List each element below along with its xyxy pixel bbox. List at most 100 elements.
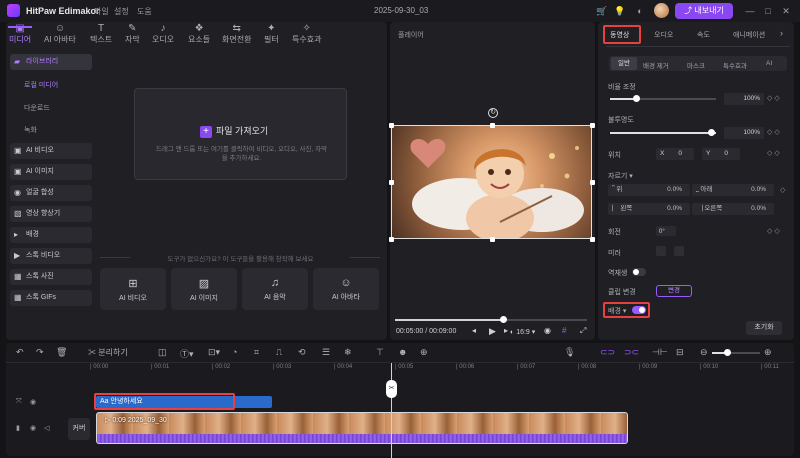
subtab-effects[interactable]: 특수효과 (723, 60, 747, 70)
face-icon[interactable]: ☻ (398, 347, 407, 357)
chevron-right-icon[interactable]: › (780, 28, 783, 38)
sidebar-sub-local-media[interactable]: 로컬 미디어 (24, 80, 58, 90)
resize-handle[interactable] (389, 237, 394, 242)
user-avatar[interactable] (654, 3, 669, 18)
tab-effects[interactable]: ✧ 특수효과 (292, 23, 321, 45)
opacity-slider[interactable] (610, 132, 716, 134)
add-media-icon[interactable]: ⊕ (420, 347, 428, 358)
crop-right-field[interactable]: ⎹ 오른쪽 0.0% (692, 203, 774, 215)
tab-audio[interactable]: ♪ 오디오 (152, 23, 174, 45)
delete-icon[interactable]: 🗑 (56, 347, 67, 358)
cart-icon[interactable]: 🛒 (596, 5, 608, 17)
headset-icon[interactable]: ◐ (634, 5, 646, 17)
microphone-icon[interactable]: 🎙 (564, 347, 575, 358)
sidebar-sub-download[interactable]: 다운로드 (24, 103, 50, 113)
resize-handle[interactable] (590, 237, 595, 242)
speed-icon[interactable]: ◔ (232, 347, 237, 357)
zoom-in-icon[interactable]: ⊕ (764, 347, 772, 358)
crop-left-field[interactable]: ⎸ 왼쪽 0.0% (608, 203, 690, 215)
resize-handle[interactable] (490, 123, 495, 128)
tab-text[interactable]: T 텍스트 (90, 23, 112, 45)
mirror-horizontal-icon[interactable] (656, 246, 666, 256)
background-toggle[interactable] (632, 306, 646, 314)
next-frame-icon[interactable]: ▸ (504, 326, 508, 335)
aspect-ratio-select[interactable]: ◐ 16:9 ▾ (510, 328, 535, 336)
sidebar-item-ai-video[interactable]: ▣ AI 비디오 (10, 143, 92, 159)
subtab-general[interactable]: 일반 (611, 57, 637, 70)
snapshot-icon[interactable]: ◉ (544, 326, 551, 335)
rotate-handle-icon[interactable]: ↻ (488, 108, 498, 118)
play-icon[interactable]: ▶ (489, 326, 496, 337)
grid-icon[interactable]: # (562, 326, 566, 335)
marker-icon[interactable]: ◫ (158, 347, 167, 358)
scrub-knob[interactable] (499, 316, 507, 323)
snowflake-icon[interactable]: ❄ (344, 347, 352, 358)
menu-file[interactable]: 파일 (94, 6, 109, 17)
subtab-remove-bg[interactable]: 배경 제거 (643, 60, 669, 70)
sidebar-item-stock-photo[interactable]: ▦ 스톡 사진 (10, 269, 92, 285)
sidebar-item-background[interactable]: ▸ 배경 (10, 227, 92, 243)
split-track-icon[interactable]: ⊣⊢ (652, 347, 668, 358)
video-preview[interactable] (391, 125, 592, 239)
resize-handle[interactable] (389, 180, 394, 185)
crop-icon[interactable]: ⊡▾ (208, 347, 220, 358)
text-icon[interactable]: ⊤ (376, 347, 384, 358)
resize-handle[interactable] (590, 123, 595, 128)
ai-image-tool-button[interactable]: ▨ AI 이미지 (171, 268, 237, 310)
split-button[interactable]: ✂ 분리하기 (88, 347, 128, 358)
tab-speed[interactable]: 속도 (697, 30, 710, 40)
menu-settings[interactable]: 설정 (114, 6, 129, 17)
keyframe-icon[interactable]: ◇ ◇ (767, 128, 780, 136)
clip-change-button[interactable]: 변경 (656, 285, 692, 297)
keyframe-icon[interactable]: ◇ (780, 186, 785, 194)
close-icon[interactable]: ✕ (780, 5, 792, 17)
magnet-icon[interactable]: ⊂⊃ (600, 347, 615, 358)
undo-icon[interactable]: ↶ (16, 347, 24, 358)
reverse-toggle[interactable] (632, 268, 646, 276)
adjust-icon[interactable]: ☰ (322, 347, 330, 358)
crop-top-field[interactable]: ⎴ 위 0.0% (608, 184, 690, 196)
menu-help[interactable]: 도움 (137, 6, 152, 17)
eye-icon[interactable]: ◉ (30, 424, 36, 432)
keyframe-icon[interactable]: ◇ ◇ (767, 227, 780, 235)
tab-animation[interactable]: 애니메이션 (733, 30, 765, 40)
reverse-icon[interactable]: ⟲ (298, 347, 306, 358)
position-x-field[interactable]: X0 (656, 148, 694, 160)
tab-subtitle[interactable]: ✎ 자막 (125, 23, 140, 45)
lock-icon[interactable]: ▮ (16, 424, 20, 432)
video-clip[interactable]: ▷ 0:09 2025_09_30 (96, 412, 628, 444)
keyframe-icon[interactable]: ◇ ◇ (767, 149, 780, 157)
link-icon[interactable]: ⊃⊂ (624, 347, 639, 358)
reset-button[interactable]: 초기화 (746, 321, 782, 335)
fit-icon[interactable]: ⊟ (676, 347, 684, 358)
text-to-speech-icon[interactable]: Ⓣ▾ (180, 347, 194, 360)
sidebar-item-library[interactable]: ▰ 라이브러리 (10, 54, 92, 70)
ai-video-tool-button[interactable]: ⊞ AI 비디오 (100, 268, 166, 310)
redo-icon[interactable]: ↷ (36, 347, 44, 358)
scale-value[interactable]: 100% (724, 93, 764, 105)
keyframe-icon[interactable]: ◇ ◇ (767, 94, 780, 102)
tab-elements[interactable]: ❖ 요소들 (188, 23, 210, 45)
scale-slider-knob[interactable] (633, 95, 640, 102)
opacity-value[interactable]: 100% (724, 127, 764, 139)
maximize-icon[interactable]: □ (762, 5, 774, 17)
resize-handle[interactable] (389, 123, 394, 128)
sidebar-item-stock-video[interactable]: ▶ 스톡 비디오 (10, 248, 92, 264)
prev-frame-icon[interactable]: ◂ (472, 326, 476, 335)
sidebar-item-enhancer[interactable]: ▧ 영상 향상기 (10, 206, 92, 222)
tab-filter[interactable]: ✦ 필터 (264, 23, 279, 45)
sidebar-sub-record[interactable]: 녹화 (24, 125, 37, 135)
freeze-icon[interactable]: ⎍ (276, 347, 282, 358)
cover-button[interactable]: 커버 (68, 418, 90, 440)
fullscreen-icon[interactable]: ⤢ (580, 326, 586, 336)
zoom-out-icon[interactable]: ⊖ (700, 347, 708, 358)
opacity-slider-knob[interactable] (708, 129, 715, 136)
ai-avatar-tool-button[interactable]: ☺ AI 아바타 (313, 268, 379, 310)
rotate-value[interactable]: 0° (656, 226, 676, 236)
sidebar-item-ai-image[interactable]: ▣ AI 이미지 (10, 164, 92, 180)
bulb-icon[interactable]: 💡 (614, 5, 626, 17)
subtab-ai[interactable]: AI (766, 60, 772, 67)
sidebar-item-face-swap[interactable]: ◉ 얼굴 합성 (10, 185, 92, 201)
sidebar-item-stock-gifs[interactable]: ▦ 스톡 GIFs (10, 290, 92, 306)
speaker-icon[interactable]: ◁ (44, 424, 49, 432)
